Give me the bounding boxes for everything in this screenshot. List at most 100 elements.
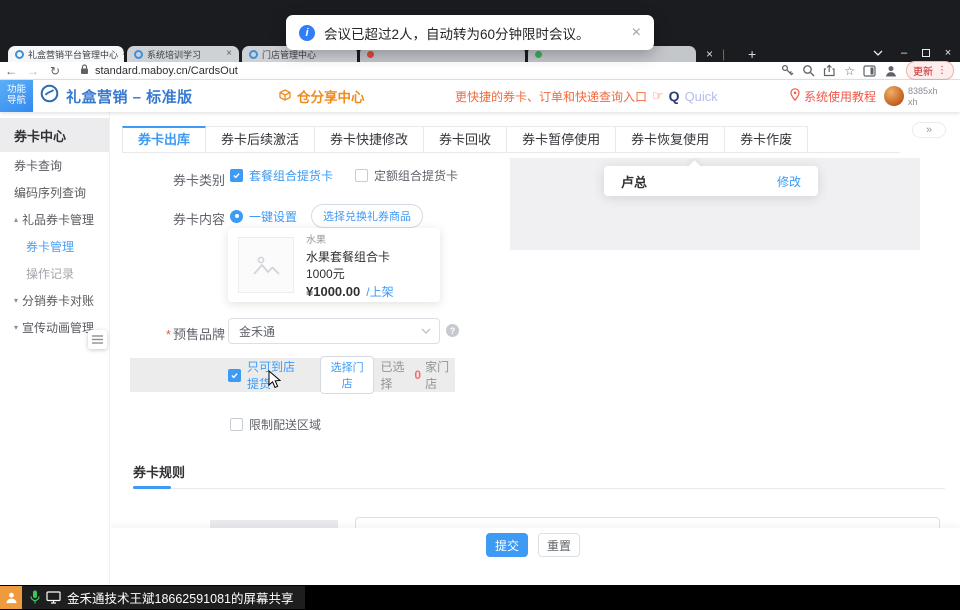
sidebar-item-distribution-reconciliation[interactable]: ▾ 分销券卡对账 [0, 287, 109, 314]
tab-card-followup-activate[interactable]: 券卡后续激活 [206, 126, 315, 152]
store-pickup-checkbox[interactable] [228, 369, 241, 382]
sidebar-item-code-sequence-query[interactable]: 编码序列查询 [0, 179, 109, 206]
sidebar-title: 券卡中心 [0, 118, 109, 152]
collapse-up-icon: ▴ [14, 215, 18, 224]
chevron-down-icon [421, 328, 431, 334]
selected-suffix: 家门店 [425, 358, 455, 392]
brand-select[interactable]: 金禾通 [228, 318, 440, 344]
back-icon[interactable]: ← [0, 64, 22, 78]
product-image-placeholder [238, 237, 294, 293]
chrome-update-button[interactable]: 更新 ⋮ [906, 61, 954, 80]
tab-card-resume[interactable]: 券卡恢复使用 [616, 126, 725, 152]
location-pin-icon [790, 88, 800, 104]
sidebar-item-gift-card-management[interactable]: ▴ 礼品券卡管理 [0, 206, 109, 233]
card-rules-title: 券卡规则 [133, 462, 185, 481]
tab-search-chevron-icon[interactable] [868, 44, 888, 62]
one-key-setup-radio[interactable] [230, 210, 243, 223]
zoom-icon[interactable] [802, 64, 815, 77]
tab-favicon [249, 50, 258, 59]
update-label: 更新 [913, 63, 933, 78]
submit-button[interactable]: 提交 [486, 533, 528, 557]
sidebar-item-card-management[interactable]: 券卡管理 [0, 233, 109, 260]
microphone-icon [30, 590, 40, 605]
pickup-row: 只可到店提货 选择门店 已选择 0 家门店 [130, 358, 455, 392]
delivery-area-label[interactable]: 限制配送区域 [249, 416, 321, 433]
menu-lines-icon [92, 335, 103, 344]
one-key-setup-label[interactable]: 一键设置 [249, 208, 297, 225]
screen: 礼盒营销平台管理中心 × 系统培训学习 × 门店管理中心 × | + – × ←… [0, 0, 960, 610]
window-maximize-button[interactable] [916, 44, 936, 62]
category-combo-label[interactable]: 套餐组合提货卡 [249, 167, 333, 184]
address-bar: ← → ↻ standard.maboy.cn/CardsOut ☆ [0, 62, 960, 80]
side-panel: 卢总 修改 [510, 158, 920, 250]
new-tab-button[interactable]: + [748, 46, 756, 62]
category-checkbox-combo[interactable] [230, 169, 243, 182]
tab-close-icon[interactable]: × [122, 49, 124, 59]
user-avatar[interactable] [884, 86, 904, 106]
product-name: 水果套餐组合卡 [306, 250, 394, 265]
kebab-menu-icon[interactable]: ⋮ [937, 65, 947, 76]
tab-card-suspend[interactable]: 券卡暂停使用 [507, 126, 616, 152]
tutorial-label: 系统使用教程 [804, 88, 876, 105]
selected-store-count: 0 [414, 368, 421, 382]
tab-card-recycle[interactable]: 券卡回收 [424, 126, 507, 152]
share-center-link[interactable]: 仓分享中心 [278, 80, 365, 112]
section-underline [133, 486, 171, 489]
browser-tab-1[interactable]: 礼盒营销平台管理中心 × [8, 46, 124, 62]
tutorial-link[interactable]: 系统使用教程 [790, 80, 876, 112]
monitor-icon [46, 591, 61, 604]
reload-icon[interactable]: ↻ [44, 64, 66, 78]
category-fixed-label[interactable]: 定额组合提货卡 [374, 167, 458, 184]
magnifier-q-icon: Q [669, 88, 680, 104]
notification-close-icon[interactable]: × [632, 25, 641, 41]
presale-brand-label: *预售品牌 [110, 324, 225, 343]
tab-card-quick-modify[interactable]: 券卡快捷修改 [315, 126, 424, 152]
mouse-cursor [268, 370, 282, 390]
window-close-button[interactable]: × [938, 44, 958, 62]
sidebar-collapse-handle[interactable] [88, 330, 107, 349]
card-tabs: 券卡出库 券卡后续激活 券卡快捷修改 券卡回收 券卡暂停使用 券卡恢复使用 券卡… [122, 126, 900, 153]
help-icon[interactable]: ? [446, 324, 459, 337]
profile-icon[interactable] [884, 64, 898, 78]
tab-favicon [134, 50, 143, 59]
card-category-label: 券卡类别 [110, 170, 225, 189]
user-name: 8385xh xh [908, 86, 938, 108]
tab-close-icon[interactable]: × [706, 46, 713, 62]
panel-collapse-button[interactable]: » [912, 122, 946, 138]
url-text[interactable]: standard.maboy.cn/CardsOut [95, 65, 238, 77]
form-footer: 提交 重置 [110, 528, 960, 585]
choose-goods-button[interactable]: 选择兑换礼券商品 [311, 204, 423, 228]
sidebar-item-card-query[interactable]: 券卡查询 [0, 152, 109, 179]
choose-store-button[interactable]: 选择门店 [320, 356, 375, 394]
screen-share-text: 金禾通技术王斌18662591081的屏幕共享 [67, 588, 293, 607]
tab-card-void[interactable]: 券卡作废 [725, 126, 808, 152]
brand-select-value: 金禾通 [239, 323, 275, 340]
quick-label: Quick [685, 89, 718, 104]
contact-popup: 卢总 修改 [604, 166, 818, 196]
forward-icon[interactable]: → [22, 64, 44, 78]
browser-tab-2[interactable]: 系统培训学习 × [127, 46, 239, 62]
function-nav-button[interactable]: 功能 导航 [0, 80, 33, 112]
product-price: ¥1000.00 [306, 284, 360, 300]
bookmark-star-icon[interactable]: ☆ [844, 64, 855, 78]
selected-prefix: 已选择 [380, 358, 410, 392]
reset-button[interactable]: 重置 [538, 533, 580, 557]
product-status-link[interactable]: /上架 [366, 285, 393, 300]
tab-card-outbound[interactable]: 券卡出库 [122, 126, 206, 152]
key-icon[interactable] [781, 64, 794, 77]
warehouse-box-icon [278, 88, 292, 105]
modify-link[interactable]: 修改 [777, 173, 801, 190]
brand-logo-icon [40, 84, 59, 108]
sidebar-item-operation-record[interactable]: 操作记录 [0, 260, 109, 287]
window-minimize-button[interactable]: – [894, 44, 914, 62]
share-center-label: 仓分享中心 [297, 86, 365, 106]
delivery-area-checkbox[interactable] [230, 418, 243, 431]
participant-icon-box [0, 586, 22, 609]
pointing-finger-icon: ☞ [652, 88, 664, 104]
split-view-icon[interactable] [863, 65, 876, 77]
category-checkbox-fixed[interactable] [355, 169, 368, 182]
share-icon[interactable] [823, 64, 836, 77]
quick-entry-label: 更快捷的券卡、订单和快递查询入口 [455, 88, 647, 105]
quick-entry[interactable]: 更快捷的券卡、订单和快递查询入口 ☞ Q Quick [455, 80, 718, 112]
tab-close-icon[interactable]: × [226, 49, 232, 59]
